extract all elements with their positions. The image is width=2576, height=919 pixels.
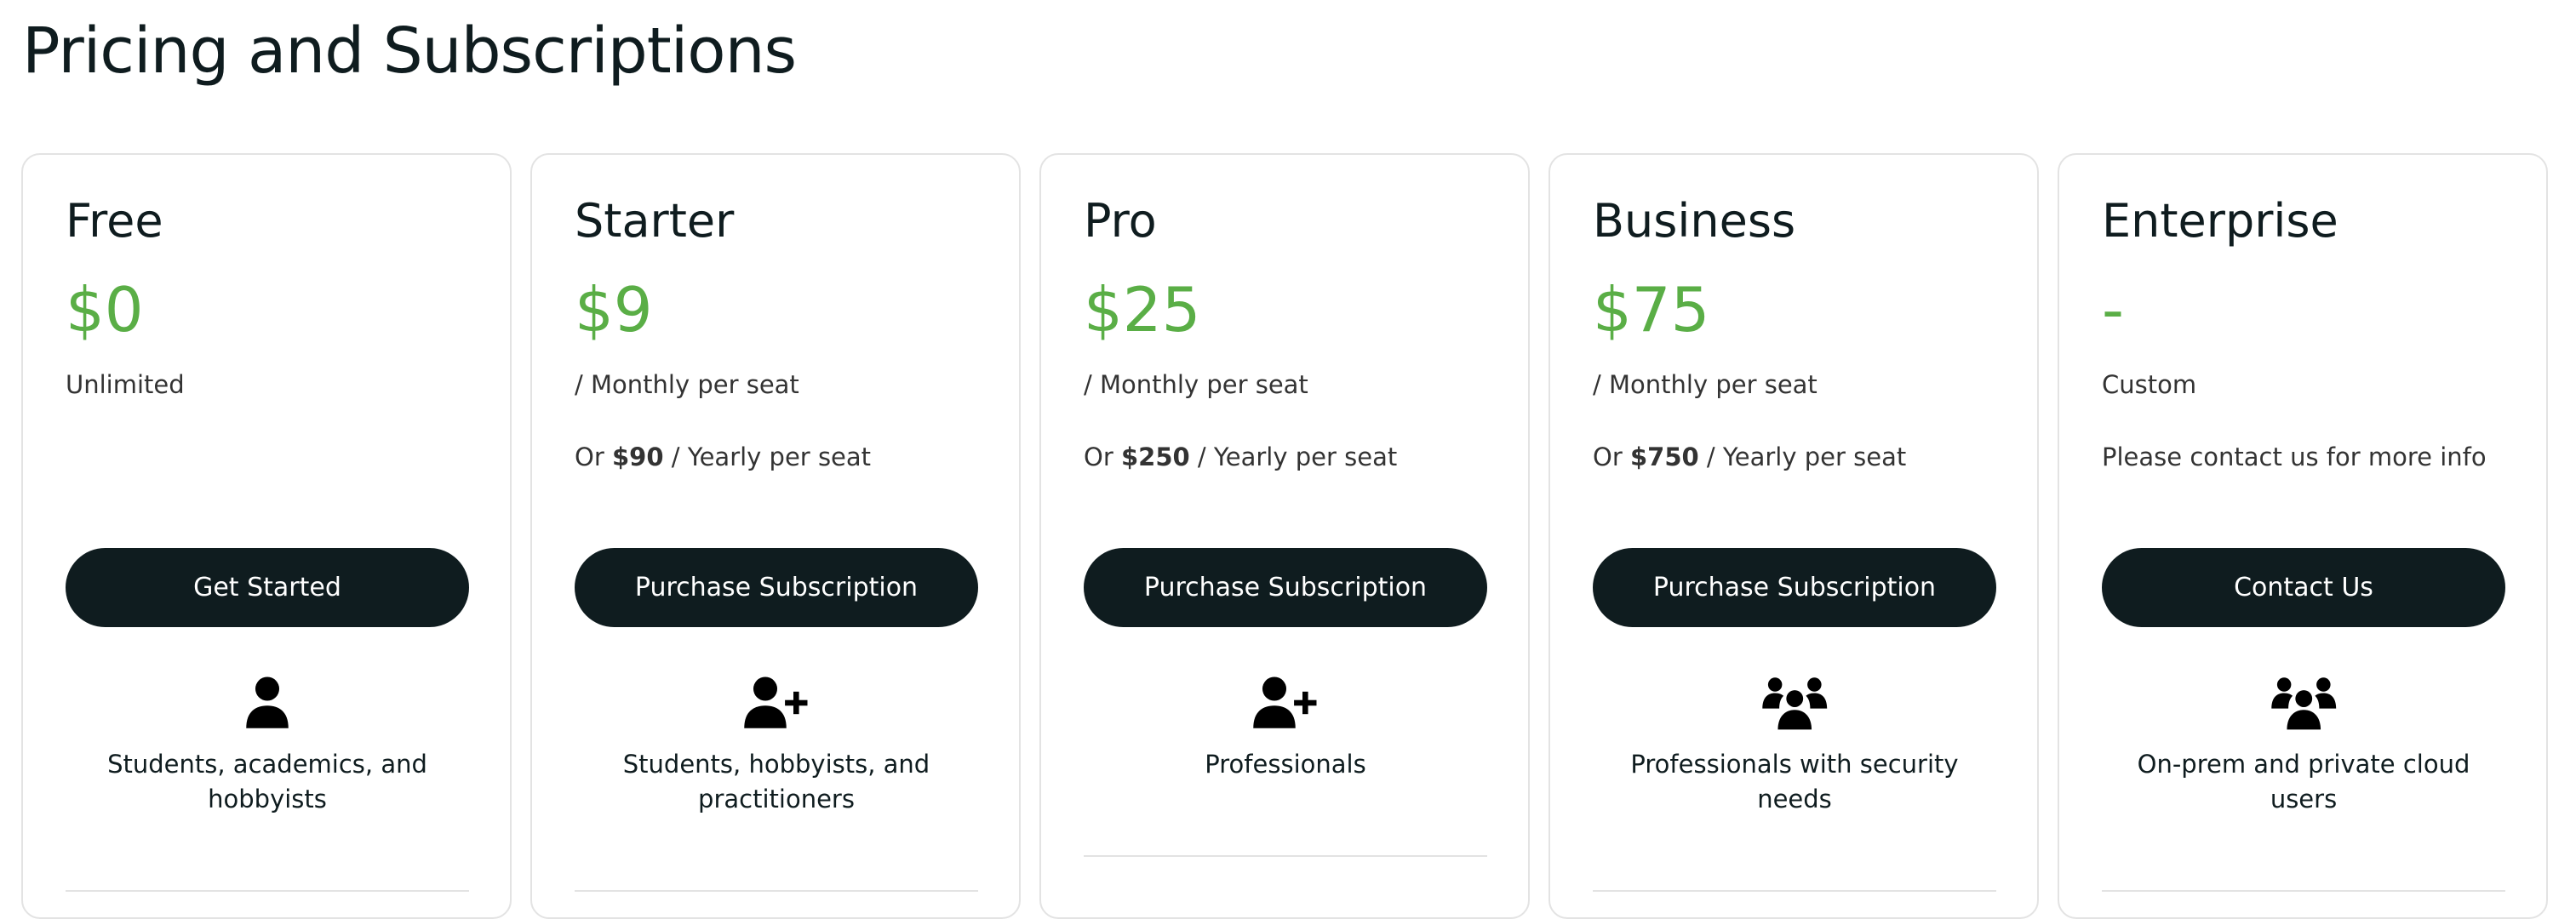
plan-cta-button[interactable]: Purchase Subscription [1593, 548, 1996, 627]
divider [1084, 855, 1487, 857]
plan-audience: Professionals [1084, 672, 1487, 857]
yearly-prefix: Or [575, 442, 612, 471]
audience-text: Professionals [1205, 750, 1366, 779]
plan-period: Custom [2102, 370, 2197, 399]
plan-audience: Professionals with security needs [1593, 672, 1996, 892]
plan-card-business: Business $75 / Monthly per seat Or $750 / Y… [1548, 153, 2039, 919]
plan-yearly-price: Please contact us for more info [2102, 440, 2487, 474]
plan-price: $9 [575, 274, 653, 345]
user-plus-icon [575, 672, 978, 733]
yearly-suffix: / Yearly per seat [1189, 442, 1398, 471]
yearly-suffix: / Yearly per seat [663, 442, 872, 471]
plan-price: $75 [1593, 274, 1710, 345]
plan-price: $0 [66, 274, 144, 345]
audience-text: Professionals with security needs [1630, 750, 1959, 813]
plan-audience: Students, hobbyists, and practitioners [575, 672, 978, 892]
plan-card-starter: Starter $9 / Monthly per seat Or $90 / Year… [530, 153, 1021, 919]
plan-name: Starter [575, 194, 735, 248]
audience-text: Students, academics, and hobbyists [107, 750, 427, 813]
pricing-cards: Free $0 Unlimited Get Started Students, acad… [21, 153, 2548, 919]
user-plus-icon [1084, 672, 1487, 733]
users-group-icon [2102, 672, 2505, 733]
plan-name: Enterprise [2102, 194, 2338, 248]
plan-yearly-price: Or $90 / Yearly per seat [575, 440, 871, 474]
plan-audience: On-prem and private cloud users [2102, 672, 2505, 892]
audience-text: Students, hobbyists, and practitioners [622, 750, 930, 813]
plan-audience: Students, academics, and hobbyists [66, 672, 469, 892]
users-group-icon [1593, 672, 1996, 733]
plan-card-enterprise: Enterprise - Custom Please contact us for m… [2058, 153, 2548, 919]
yearly-amount: $90 [611, 442, 664, 471]
plan-card-pro: Pro $25 / Monthly per seat Or $250 / Yearly… [1039, 153, 1530, 919]
yearly-prefix: Or [1593, 442, 1630, 471]
plan-yearly-price: Or $750 / Yearly per seat [1593, 440, 1906, 474]
page-title: Pricing and Subscriptions [22, 14, 797, 88]
plan-price: $25 [1084, 274, 1201, 345]
plan-cta-button[interactable]: Contact Us [2102, 548, 2505, 627]
yearly-amount: $250 [1120, 442, 1190, 471]
plan-period: / Monthly per seat [1593, 370, 1818, 399]
user-icon [66, 672, 469, 733]
plan-period: / Monthly per seat [1084, 370, 1308, 399]
plan-cta-button[interactable]: Purchase Subscription [575, 548, 978, 627]
plan-yearly-price: Or $250 / Yearly per seat [1084, 440, 1397, 474]
plan-price: - [2102, 274, 2124, 345]
plan-name: Free [66, 194, 163, 248]
plan-cta-button[interactable]: Purchase Subscription [1084, 548, 1487, 627]
plan-period: Unlimited [66, 370, 185, 399]
audience-text: On-prem and private cloud users [2137, 750, 2470, 813]
yearly-suffix: / Yearly per seat [1698, 442, 1907, 471]
plan-card-free: Free $0 Unlimited Get Started Students, acad… [21, 153, 512, 919]
plan-name: Business [1593, 194, 1796, 248]
plan-period: / Monthly per seat [575, 370, 799, 399]
yearly-amount: $750 [1629, 442, 1699, 471]
plan-name: Pro [1084, 194, 1157, 248]
yearly-prefix: Or [1084, 442, 1121, 471]
plan-cta-button[interactable]: Get Started [66, 548, 469, 627]
yearly-prefix: Please contact us for more info [2102, 442, 2487, 471]
